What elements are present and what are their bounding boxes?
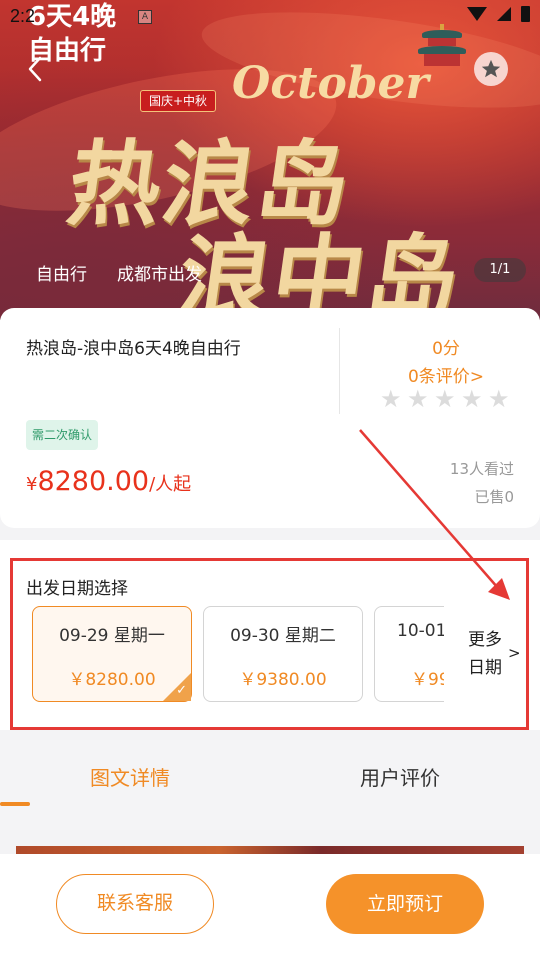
date-price: ￥9380.00 — [239, 670, 327, 690]
date-price: ￥99 — [411, 670, 444, 690]
image-pager: 1/1 — [474, 258, 526, 282]
price-currency: ¥ — [26, 474, 38, 495]
bottom-action-bar: 联系客服 立即预订 — [0, 854, 540, 960]
book-now-button[interactable]: 立即预订 — [326, 874, 484, 934]
wifi-icon — [467, 7, 487, 21]
holiday-badge: 国庆+中秋 — [140, 90, 217, 112]
tag-free-travel: 自由行 — [36, 265, 87, 285]
signal-icon — [497, 7, 511, 21]
star-icon: ★ — [380, 385, 402, 413]
product-title: 热浪岛-浪中岛6天4晚自由行 — [26, 339, 241, 359]
check-icon: ✓ — [176, 683, 187, 698]
back-arrow-icon — [28, 56, 42, 82]
price-amount: 8280.00 — [37, 466, 150, 497]
favorite-button[interactable] — [474, 52, 508, 86]
sold-count: 已售0 — [474, 488, 514, 506]
date-label: 09-30 星期二 — [230, 626, 336, 646]
detail-tabs: 图文详情 用户评价 — [0, 740, 540, 830]
date-option[interactable]: 09-29 星期一 ￥8280.00 ✓ — [32, 606, 192, 702]
more-dates-button[interactable]: 更多 日期 — [468, 626, 502, 682]
status-time: 2:2 — [10, 6, 36, 26]
product-info-card: 热浪岛-浪中岛6天4晚自由行 0分 0条评价> ★ ★ ★ ★ ★ 需二次确认 … — [0, 308, 540, 528]
viewer-count: 13人看过 — [449, 460, 514, 478]
star-icon: ★ — [434, 385, 456, 413]
tab-indicator — [0, 802, 30, 806]
price-unit: /人起 — [149, 474, 192, 495]
date-label: 10-01 — [397, 621, 444, 641]
back-button[interactable] — [22, 52, 52, 86]
hero-tags: 自由行 成都市出发 — [36, 260, 202, 285]
price: ¥8280.00/人起 — [26, 466, 191, 497]
date-scroller[interactable]: 09-29 星期一 ￥8280.00 ✓ 09-30 星期二 ￥9380.00 … — [32, 606, 444, 702]
date-option[interactable]: 09-30 星期二 ￥9380.00 — [203, 606, 363, 702]
date-label: 09-29 星期一 — [59, 626, 165, 646]
rating-stars: ★ ★ ★ ★ ★ — [380, 385, 510, 413]
star-icon: ★ — [407, 385, 429, 413]
tag-departure: 成都市出发 — [117, 265, 202, 285]
star-icon: ★ — [461, 385, 483, 413]
secondary-confirm-tag: 需二次确认 — [26, 420, 99, 450]
battery-icon — [521, 6, 530, 22]
hero-banner: 国庆+中秋 October 热浪岛 浪中岛 6天4晚 自由行 2:2 A 自由行… — [0, 0, 540, 320]
contact-service-button[interactable]: 联系客服 — [56, 874, 214, 934]
tab-detail[interactable]: 图文详情 — [90, 762, 170, 791]
notification-icon: A — [138, 10, 152, 24]
departure-date-section: 出发日期选择 09-29 星期一 ￥8280.00 ✓ 09-30 星期二 ￥9… — [0, 540, 540, 730]
chevron-right-icon: > — [508, 644, 521, 662]
october-text: October — [232, 58, 429, 109]
date-section-title: 出发日期选择 — [26, 579, 128, 599]
star-icon: ★ — [488, 385, 510, 413]
tab-reviews[interactable]: 用户评价 — [360, 762, 440, 791]
status-icons — [467, 6, 530, 22]
banner-headline-2: 浪中岛 — [171, 225, 469, 320]
date-option[interactable]: 10-01 ￥99 — [374, 606, 444, 702]
star-icon — [481, 59, 501, 78]
rating-score: 0分 — [432, 339, 460, 359]
reviews-link[interactable]: 0条评价> — [340, 362, 540, 387]
